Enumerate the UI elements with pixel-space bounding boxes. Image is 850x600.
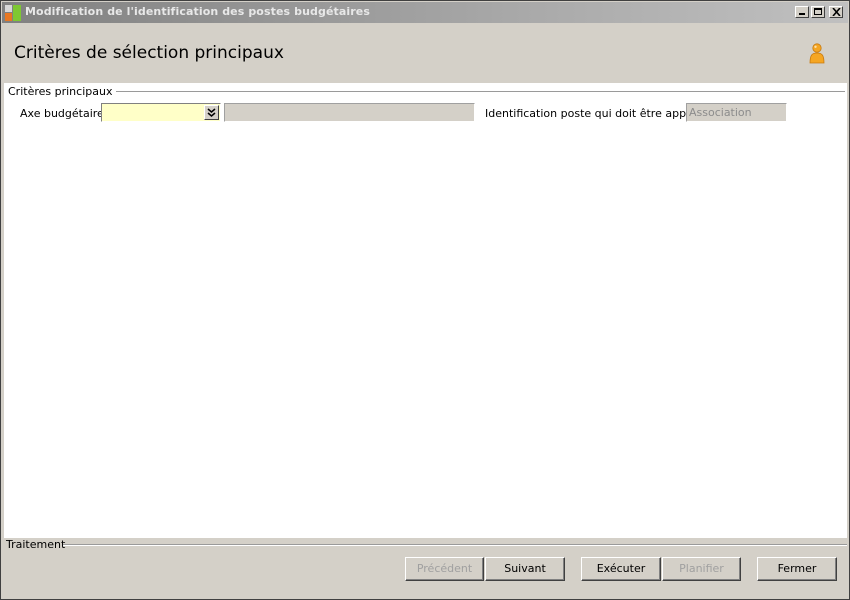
- criteria-group-label: Critères principaux: [8, 85, 117, 98]
- schedule-button[interactable]: Planifier: [662, 557, 741, 581]
- execute-button[interactable]: Exécuter: [581, 557, 661, 581]
- maximize-icon: [814, 8, 822, 15]
- maximize-button[interactable]: [811, 6, 825, 18]
- window-title: Modification de l'identification des pos…: [25, 5, 370, 18]
- next-button[interactable]: Suivant: [485, 557, 565, 581]
- page-header: Critères de sélection principaux: [2, 23, 848, 83]
- axe-budgetaire-description: [224, 103, 475, 122]
- identification-field: Association: [686, 103, 787, 122]
- page-title: Critères de sélection principaux: [14, 43, 284, 63]
- minimize-button[interactable]: [795, 6, 809, 18]
- axe-budgetaire-label: Axe budgétaire :: [20, 107, 112, 120]
- title-bar[interactable]: Modification de l'identification des pos…: [2, 2, 848, 23]
- minimize-icon: [799, 13, 805, 15]
- app-icon: [5, 5, 21, 21]
- criteria-panel: Critères principaux Axe budgétaire : Ide…: [4, 83, 847, 538]
- close-icon: [832, 8, 841, 16]
- close-button[interactable]: [829, 6, 843, 18]
- dialog-window: Modification de l'identification des pos…: [0, 0, 850, 600]
- axe-budgetaire-combo[interactable]: [101, 103, 221, 122]
- user-icon[interactable]: [808, 43, 826, 65]
- traitement-group-label: Traitement: [6, 538, 66, 551]
- identification-label: Identification poste qui doit être appli…: [485, 107, 720, 120]
- group-separator: [100, 91, 845, 93]
- combo-dropdown-button[interactable]: [204, 105, 219, 120]
- previous-button[interactable]: Précédent: [405, 557, 484, 581]
- close-dialog-button[interactable]: Fermer: [757, 557, 837, 581]
- footer-separator: [63, 544, 847, 546]
- double-chevron-down-icon: [207, 108, 216, 117]
